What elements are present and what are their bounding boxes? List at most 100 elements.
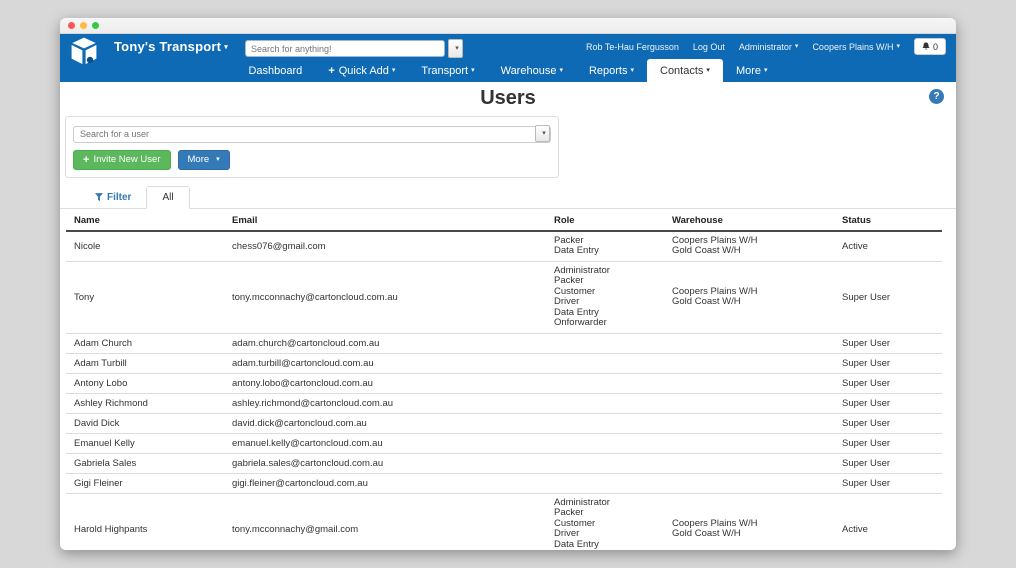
cell-email: adam.turbill@cartoncloud.com.au (224, 353, 546, 373)
page-title: Users (60, 87, 956, 110)
cell-warehouse (664, 393, 834, 413)
cell-name: Antony Lobo (66, 373, 224, 393)
global-search-dropdown-button[interactable]: ▾ (448, 39, 463, 58)
current-user-link[interactable]: Rob Te-Hau Fergusson (586, 42, 679, 52)
table-row[interactable]: Adam Turbill adam.turbill@cartoncloud.co… (66, 353, 942, 373)
cell-warehouse: Coopers Plains W/HGold Coast W/H (664, 261, 834, 333)
cell-email: emanuel.kelly@cartoncloud.com.au (224, 433, 546, 453)
column-header-status: Status (834, 211, 942, 231)
cell-name: David Dick (66, 413, 224, 433)
zoom-button[interactable] (92, 22, 99, 29)
table-row[interactable]: Ashley Richmond ashley.richmond@cartoncl… (66, 393, 942, 413)
column-header-warehouse: Warehouse (664, 211, 834, 231)
users-table-body: Nicole chess076@gmail.com PackerData Ent… (66, 231, 942, 551)
cell-email: chess076@gmail.com (224, 231, 546, 262)
invite-new-user-button[interactable]: +Invite New User (73, 150, 171, 170)
table-header-row: Name Email Role Warehouse Status (66, 211, 942, 231)
cell-email: gigi.fleiner@cartoncloud.com.au (224, 473, 546, 493)
cell-warehouse (664, 453, 834, 473)
warehouse-menu[interactable]: Coopers Plains W/H▾ (812, 42, 900, 52)
table-row[interactable]: Tony tony.mcconnachy@cartoncloud.com.au … (66, 261, 942, 333)
cell-status: Super User (834, 353, 942, 373)
nav-item-contacts[interactable]: Contacts▾ (647, 59, 723, 82)
nav-item-reports[interactable]: Reports▾ (576, 59, 647, 82)
browser-window: Tony's Transport▾ ▾ Rob Te-Hau Fergusson… (60, 18, 956, 550)
user-search-input[interactable] (73, 126, 551, 143)
table-row[interactable]: Antony Lobo antony.lobo@cartoncloud.com.… (66, 373, 942, 393)
chevron-down-icon: ▾ (795, 42, 799, 50)
cell-name: Nicole (66, 231, 224, 262)
nav-item-warehouse[interactable]: Warehouse▾ (488, 59, 576, 82)
global-search-input[interactable] (245, 40, 445, 57)
nav-item-dashboard[interactable]: Dashboard (235, 59, 315, 82)
cell-role (546, 413, 664, 433)
role-menu[interactable]: Administrator▾ (739, 42, 799, 52)
page-content: Users ? ▾ +Invite New User More▾ Filter … (60, 82, 956, 550)
cell-status: Super User (834, 413, 942, 433)
users-table: Name Email Role Warehouse Status Nicole … (66, 211, 942, 551)
chevron-down-icon: ▾ (455, 44, 459, 52)
tab-filter[interactable]: Filter (80, 187, 146, 208)
table-row[interactable]: Gabriela Sales gabriela.sales@cartonclou… (66, 453, 942, 473)
nav-item-quick-add[interactable]: +Quick Add▾ (315, 59, 408, 82)
cell-email: david.dick@cartoncloud.com.au (224, 413, 546, 433)
cell-name: Emanuel Kelly (66, 433, 224, 453)
cell-warehouse (664, 373, 834, 393)
cell-status: Super User (834, 473, 942, 493)
nav-item-label: Transport (421, 65, 468, 77)
table-row[interactable]: Nicole chess076@gmail.com PackerData Ent… (66, 231, 942, 262)
chevron-down-icon: ▾ (392, 66, 396, 74)
filter-icon (95, 193, 103, 202)
nav-item-label: More (736, 65, 761, 77)
cell-role (546, 353, 664, 373)
cell-role (546, 473, 664, 493)
table-row[interactable]: Adam Church adam.church@cartoncloud.com.… (66, 333, 942, 353)
cell-role: AdministratorPackerCustomerDriverData En… (546, 493, 664, 550)
cell-name: Gigi Fleiner (66, 473, 224, 493)
table-row[interactable]: Gigi Fleiner gigi.fleiner@cartoncloud.co… (66, 473, 942, 493)
notifications-button[interactable]: 0 (914, 38, 946, 55)
user-search-panel: ▾ +Invite New User More▾ (65, 116, 559, 178)
close-button[interactable] (68, 22, 75, 29)
account-menu[interactable]: Tony's Transport▾ (114, 39, 228, 54)
minimize-button[interactable] (80, 22, 87, 29)
cell-role: AdministratorPackerCustomerDriverData En… (546, 261, 664, 333)
chevron-down-icon: ▾ (764, 66, 768, 74)
cell-name: Adam Church (66, 333, 224, 353)
table-row[interactable]: David Dick david.dick@cartoncloud.com.au… (66, 413, 942, 433)
cell-warehouse (664, 333, 834, 353)
user-search-dropdown-button[interactable]: ▾ (535, 125, 550, 142)
chevron-down-icon: ▾ (224, 43, 228, 51)
more-button[interactable]: More▾ (178, 150, 230, 170)
nav-item-more[interactable]: More▾ (723, 59, 781, 82)
help-icon[interactable]: ? (929, 89, 944, 104)
cell-role: PackerData Entry (546, 231, 664, 262)
chevron-down-icon: ▾ (471, 66, 475, 74)
table-row[interactable]: Emanuel Kelly emanuel.kelly@cartoncloud.… (66, 433, 942, 453)
cell-role (546, 333, 664, 353)
tab-all[interactable]: All (146, 186, 189, 209)
cell-status: Active (834, 231, 942, 262)
cell-status: Super User (834, 373, 942, 393)
user-search: ▾ (73, 124, 551, 143)
chevron-down-icon: ▾ (559, 66, 563, 74)
logout-link[interactable]: Log Out (693, 42, 725, 52)
cell-status: Active (834, 493, 942, 550)
topbar: Tony's Transport▾ ▾ Rob Te-Hau Fergusson… (60, 34, 956, 59)
cell-role (546, 373, 664, 393)
topbar-links: Rob Te-Hau Fergusson Log Out Administrat… (586, 38, 946, 55)
page-title-row: Users ? (60, 82, 956, 114)
window-titlebar (60, 18, 956, 34)
cell-name: Gabriela Sales (66, 453, 224, 473)
app-header: Tony's Transport▾ ▾ Rob Te-Hau Fergusson… (60, 34, 956, 82)
column-header-email: Email (224, 211, 546, 231)
cell-name: Harold Highpants (66, 493, 224, 550)
cartoncloud-logo-icon (68, 36, 100, 66)
invite-new-user-label: Invite New User (93, 154, 160, 165)
cell-name: Tony (66, 261, 224, 333)
chevron-down-icon: ▾ (706, 66, 710, 74)
nav-item-transport[interactable]: Transport▾ (408, 59, 487, 82)
cell-email: gabriela.sales@cartoncloud.com.au (224, 453, 546, 473)
nav-item-label: Quick Add (339, 65, 389, 77)
table-row[interactable]: Harold Highpants tony.mcconnachy@gmail.c… (66, 493, 942, 550)
